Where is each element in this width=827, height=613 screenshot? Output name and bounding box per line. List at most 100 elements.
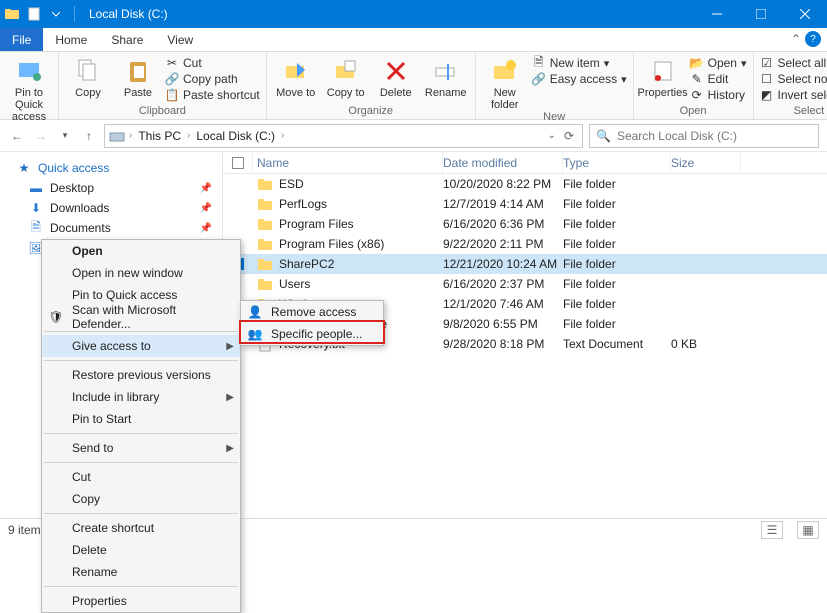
chevron-right-icon[interactable]: ›: [129, 130, 132, 141]
window-title: Local Disk (C:): [83, 7, 168, 21]
chevron-right-icon[interactable]: ›: [187, 130, 190, 141]
delete-button[interactable]: Delete: [373, 54, 419, 99]
invert-selection-button[interactable]: ◩Invert selection: [760, 88, 827, 102]
edit-button[interactable]: ✎Edit: [690, 72, 747, 86]
up-button[interactable]: ↑: [80, 127, 98, 145]
properties-icon: [648, 56, 678, 86]
ctx-remove-access[interactable]: 👤Remove access: [241, 301, 383, 323]
ctx-restore-versions[interactable]: Restore previous versions: [42, 364, 240, 386]
ctx-cut[interactable]: Cut: [42, 466, 240, 488]
copy-to-button[interactable]: Copy to: [323, 54, 369, 99]
ctx-specific-people[interactable]: 👥Specific people...: [241, 323, 383, 345]
easy-access-button[interactable]: 🔗Easy access ▾: [532, 72, 627, 86]
pin-icon: 📌: [200, 183, 212, 194]
open-button[interactable]: 📂Open ▾: [690, 56, 747, 70]
rename-button[interactable]: Rename: [423, 54, 469, 99]
folder-icon: [257, 276, 273, 292]
file-date: 12/7/2019 4:14 AM: [443, 197, 563, 211]
recent-dropdown[interactable]: ▾: [56, 127, 74, 145]
details-view-button[interactable]: ☰: [761, 521, 783, 539]
new-folder-button[interactable]: New folder: [482, 54, 528, 111]
file-type: File folder: [563, 297, 671, 311]
file-row[interactable]: PerfLogs12/7/2019 4:14 AMFile folder: [223, 194, 827, 214]
ctx-create-shortcut[interactable]: Create shortcut: [42, 517, 240, 539]
dropdown-icon[interactable]: [48, 6, 64, 22]
folder-icon: [257, 256, 273, 272]
file-type: Text Document: [563, 337, 671, 351]
refresh-icon[interactable]: ⟳: [560, 129, 578, 143]
ctx-open[interactable]: Open: [42, 240, 240, 262]
file-row[interactable]: Users6/16/2020 2:37 PMFile folder: [223, 274, 827, 294]
chevron-right-icon[interactable]: ›: [281, 130, 284, 141]
file-name: Program Files (x86): [279, 237, 384, 251]
new-item-button[interactable]: 🗎New item ▾: [532, 56, 627, 70]
thumbnails-view-button[interactable]: ▦: [797, 521, 819, 539]
maximize-button[interactable]: [739, 0, 783, 28]
file-row[interactable]: ESD10/20/2020 8:22 PMFile folder: [223, 174, 827, 194]
ctx-send-to[interactable]: Send to▶: [42, 437, 240, 459]
delete-icon: [381, 56, 411, 86]
ctx-pin-start[interactable]: Pin to Start: [42, 408, 240, 430]
chevron-right-icon: ▶: [226, 392, 234, 403]
help-icon[interactable]: ?: [805, 31, 821, 47]
column-type[interactable]: Type: [563, 152, 671, 173]
search-input[interactable]: 🔍 Search Local Disk (C:): [589, 124, 819, 148]
select-all-button[interactable]: ☑Select all: [760, 56, 827, 70]
ctx-open-new-window[interactable]: Open in new window: [42, 262, 240, 284]
desktop-icon: ▬: [28, 180, 44, 196]
shield-icon: 🛡: [48, 309, 64, 325]
drive-icon: [109, 128, 125, 144]
properties-button[interactable]: Properties: [640, 54, 686, 99]
tab-share[interactable]: Share: [99, 28, 155, 51]
paste-button[interactable]: Paste: [115, 54, 161, 99]
ctx-delete[interactable]: Delete: [42, 539, 240, 561]
ctx-copy[interactable]: Copy: [42, 488, 240, 510]
file-row[interactable]: Program Files (x86)9/22/2020 2:11 PMFile…: [223, 234, 827, 254]
paste-shortcut-button[interactable]: 📋Paste shortcut: [165, 88, 260, 102]
cut-button[interactable]: ✂Cut: [165, 56, 260, 70]
tab-home[interactable]: Home: [43, 28, 99, 51]
ctx-properties[interactable]: Properties: [42, 590, 240, 612]
column-date[interactable]: Date modified: [443, 152, 563, 173]
ctx-give-access-to[interactable]: Give access to▶: [42, 335, 240, 357]
chevron-up-icon[interactable]: ⌃: [791, 32, 801, 46]
file-row[interactable]: Program Files6/16/2020 6:36 PMFile folde…: [223, 214, 827, 234]
address-dropdown-icon[interactable]: ⌄: [548, 130, 556, 141]
file-size: 0 KB: [671, 337, 741, 351]
easyaccess-icon: 🔗: [532, 72, 546, 86]
close-button[interactable]: [783, 0, 827, 28]
file-date: 9/28/2020 8:18 PM: [443, 337, 563, 351]
sidebar-desktop[interactable]: ▬Desktop📌: [0, 178, 222, 198]
ctx-rename[interactable]: Rename: [42, 561, 240, 583]
history-button[interactable]: ⟳History: [690, 88, 747, 102]
scissors-icon: ✂: [165, 56, 179, 70]
crumb-local-disk[interactable]: Local Disk (C:): [194, 129, 277, 143]
forward-button[interactable]: →: [32, 127, 50, 145]
copy-button[interactable]: Copy: [65, 54, 111, 99]
sidebar-quick-access[interactable]: ★Quick access: [0, 158, 222, 178]
header-checkbox[interactable]: [232, 157, 244, 169]
copyto-icon: [331, 56, 361, 86]
ctx-include-library[interactable]: Include in library▶: [42, 386, 240, 408]
file-date: 12/1/2020 7:46 AM: [443, 297, 563, 311]
minimize-button[interactable]: [695, 0, 739, 28]
tab-file[interactable]: File: [0, 28, 43, 51]
pin-to-quick-access-button[interactable]: Pin to Quick access: [6, 54, 52, 123]
column-name[interactable]: Name: [253, 152, 443, 173]
sidebar-downloads[interactable]: ⬇Downloads📌: [0, 198, 222, 218]
file-row[interactable]: ✓SharePC212/21/2020 10:24 AMFile folder: [223, 254, 827, 274]
column-size[interactable]: Size: [671, 152, 741, 173]
sidebar-documents[interactable]: 🗎Documents📌: [0, 218, 222, 238]
crumb-this-pc[interactable]: This PC: [136, 129, 183, 143]
back-button[interactable]: ←: [8, 127, 26, 145]
copy-path-button[interactable]: 🔗Copy path: [165, 72, 260, 86]
group-new-label: New: [482, 111, 627, 123]
downloads-icon: ⬇: [28, 200, 44, 216]
paste-icon: [123, 56, 153, 86]
select-none-button[interactable]: ☐Select none: [760, 72, 827, 86]
move-to-button[interactable]: Move to: [273, 54, 319, 99]
people-icon: 👤: [247, 304, 263, 320]
address-bar[interactable]: › This PC › Local Disk (C:) › ⌄ ⟳: [104, 124, 583, 148]
tab-view[interactable]: View: [155, 28, 205, 51]
ctx-scan-defender[interactable]: 🛡Scan with Microsoft Defender...: [42, 306, 240, 328]
